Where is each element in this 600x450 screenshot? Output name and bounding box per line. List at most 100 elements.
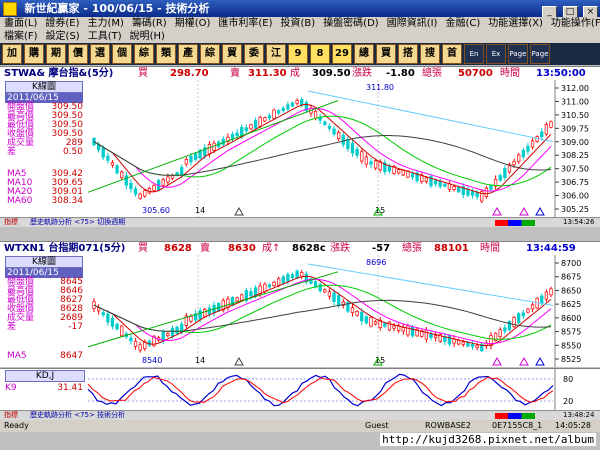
chart1-candle (350, 142, 355, 154)
toolbar-button-2[interactable]: 期 (46, 44, 66, 64)
chart1-candle (470, 191, 475, 196)
chart2-candle (373, 321, 378, 325)
chart2-plot[interactable]: 8700867586508625860085758550852514 158696… (0, 255, 600, 367)
toolbar-button-16[interactable]: 總 (354, 44, 374, 64)
chart2-y-label: 8625 (561, 300, 581, 309)
toolbar-button-4[interactable]: 選 (90, 44, 110, 64)
toolbar-button-18[interactable]: 搭 (398, 44, 418, 64)
menu-item-7[interactable]: 操盤密碼(D) (319, 18, 383, 29)
chart2-candle (401, 327, 405, 332)
menu2-item-1[interactable]: 設定(S) (42, 31, 84, 42)
chart1-candle (207, 144, 212, 155)
chart2-candle (507, 321, 512, 331)
chart2-y-label: 8700 (561, 259, 581, 268)
chart1-symbol[interactable]: STWA& 摩台指&(5分) (4, 67, 113, 80)
chart2-panel[interactable]: 8700 8675 8650 8625 8600 8575 8550 8525 14 15 8696… (0, 255, 600, 367)
chart1-candle (549, 121, 553, 128)
chart1-strip-mid: 歷史軌跡分析 <75> 切換週期 (30, 218, 126, 226)
chart2-info-row: 差 -17 (5, 323, 83, 332)
chart2-candle (253, 287, 258, 296)
chart1-strip-left[interactable]: 指標 (4, 218, 18, 227)
toolbar-button-11[interactable]: 委 (244, 44, 264, 64)
chart2-candle (258, 285, 262, 294)
chart2-candle (290, 274, 295, 279)
toolbar-button-15[interactable]: 29 (332, 44, 352, 64)
chart2-volume-value: 88101 (434, 243, 469, 254)
chart2-candle (429, 333, 433, 338)
toolbar-button-24[interactable]: Page (530, 44, 550, 64)
toolbar-button-13[interactable]: 9 (288, 44, 308, 64)
status-server: ROWBASE2 (425, 421, 471, 430)
chart1-candle (360, 151, 364, 162)
kd-k-row: K9 31.41 (5, 383, 83, 393)
toolbar-button-22[interactable]: Ex (486, 44, 506, 64)
chart1-candle (332, 128, 336, 135)
menu-item-10[interactable]: 功能選擇(X) (484, 18, 547, 29)
chart2-candle (457, 339, 461, 345)
chart1-candle (521, 150, 525, 158)
toolbar-button-10[interactable]: 貿 (222, 44, 242, 64)
chart1-volume-label: 總張 (422, 68, 442, 79)
chart2-symbol[interactable]: WTXN1 台指期071(5分) (4, 242, 125, 255)
menu-item-8[interactable]: 國際資訊(I) (383, 18, 442, 29)
chart1-x-label: 14 (195, 206, 205, 215)
toolbar-button-12[interactable]: 江 (266, 44, 286, 64)
kd-strip-left[interactable]: 指標 (4, 411, 18, 420)
toolbar-button-19[interactable]: 搜 (420, 44, 440, 64)
menu2-item-0[interactable]: 檔案(F) (0, 31, 42, 42)
toolbar-button-0[interactable]: 加 (2, 44, 22, 64)
chart1-marker (519, 206, 529, 216)
chart2-marker (234, 356, 244, 366)
chart2-candle (166, 333, 170, 336)
chart2-candle (170, 328, 175, 337)
chart1-info-value: 0.50 (62, 147, 83, 157)
menu2-item-2[interactable]: 工具(T) (84, 31, 126, 42)
chart1-plot[interactable]: 312.00 311.00 310.50 309.75 309.00 308.25 307.… (0, 80, 600, 217)
chart1-ma-line (93, 135, 552, 176)
menu-item-9[interactable]: 金融(C) (441, 18, 484, 29)
menu-item-2[interactable]: 主力(M) (84, 18, 128, 29)
chart1-candle (443, 183, 447, 187)
menu-item-6[interactable]: 投資(B) (277, 18, 320, 29)
toolbar-button-23[interactable]: Page (508, 44, 528, 64)
chart1-candle (318, 117, 322, 121)
chart1-candle (267, 115, 272, 119)
chart1-candle (544, 124, 549, 135)
toolbar-button-3[interactable]: 價 (68, 44, 88, 64)
menu-item-0[interactable]: 畫面(L) (0, 18, 41, 29)
toolbar-button-21[interactable]: En (464, 44, 484, 64)
kd-panel[interactable]: 80 20 KD,J K9 31.41 (0, 368, 600, 411)
toolbar-button-7[interactable]: 類 (156, 44, 176, 64)
chart1-deal-value: 309.50 (312, 68, 351, 79)
toolbar-button-9[interactable]: 綜 (200, 44, 220, 64)
toolbar-button-14[interactable]: 8 (310, 44, 330, 64)
chart2-candle (475, 344, 479, 348)
chart2-candle (323, 289, 327, 293)
menu-item-11[interactable]: 功能操作(F) (547, 18, 600, 29)
menu-item-5[interactable]: 匯市利率(E) (214, 18, 276, 29)
toolbar-button-5[interactable]: 個 (112, 44, 132, 64)
kd-plot[interactable]: 80 20 (0, 369, 600, 411)
chart1-candle (166, 176, 170, 183)
kd-strip-time: 13:48:24 (563, 411, 595, 419)
toolbar-button-8[interactable]: 產 (178, 44, 198, 64)
chart1-candle (346, 138, 350, 149)
chart1-candle (221, 138, 225, 145)
chart2-time-label: 時間 (480, 243, 500, 254)
toolbar-button-17[interactable]: 買 (376, 44, 396, 64)
toolbar-button-1[interactable]: 購 (24, 44, 44, 64)
chart1-candle (258, 117, 262, 127)
chart1-y-label: 312.00 (561, 84, 589, 93)
chart2-candle (96, 307, 101, 312)
chart1-candle (106, 155, 110, 161)
menu-item-1[interactable]: 證券(E) (41, 18, 83, 29)
toolbar-button-6[interactable]: 綜 (134, 44, 154, 64)
menu2-item-3[interactable]: 說明(H) (126, 31, 169, 42)
chart1-panel[interactable]: 312.00 311.00 310.50 309.75 309.00 308.25 307.… (0, 80, 600, 217)
chart2-info-box: K線圖 2011/06/15 13:45 開盤價 8645 最高價 8646 最低價 8627… (5, 256, 83, 361)
toolbar-button-20[interactable]: 首 (442, 44, 462, 64)
menu-item-4[interactable]: 期權(O) (171, 18, 215, 29)
chart1-candle (452, 186, 456, 190)
status-bar: Ready Guest ROWBASE2 0E7155C8_1 14:05:28 (0, 420, 600, 432)
menu-item-3[interactable]: 籌碼(R) (128, 18, 171, 29)
